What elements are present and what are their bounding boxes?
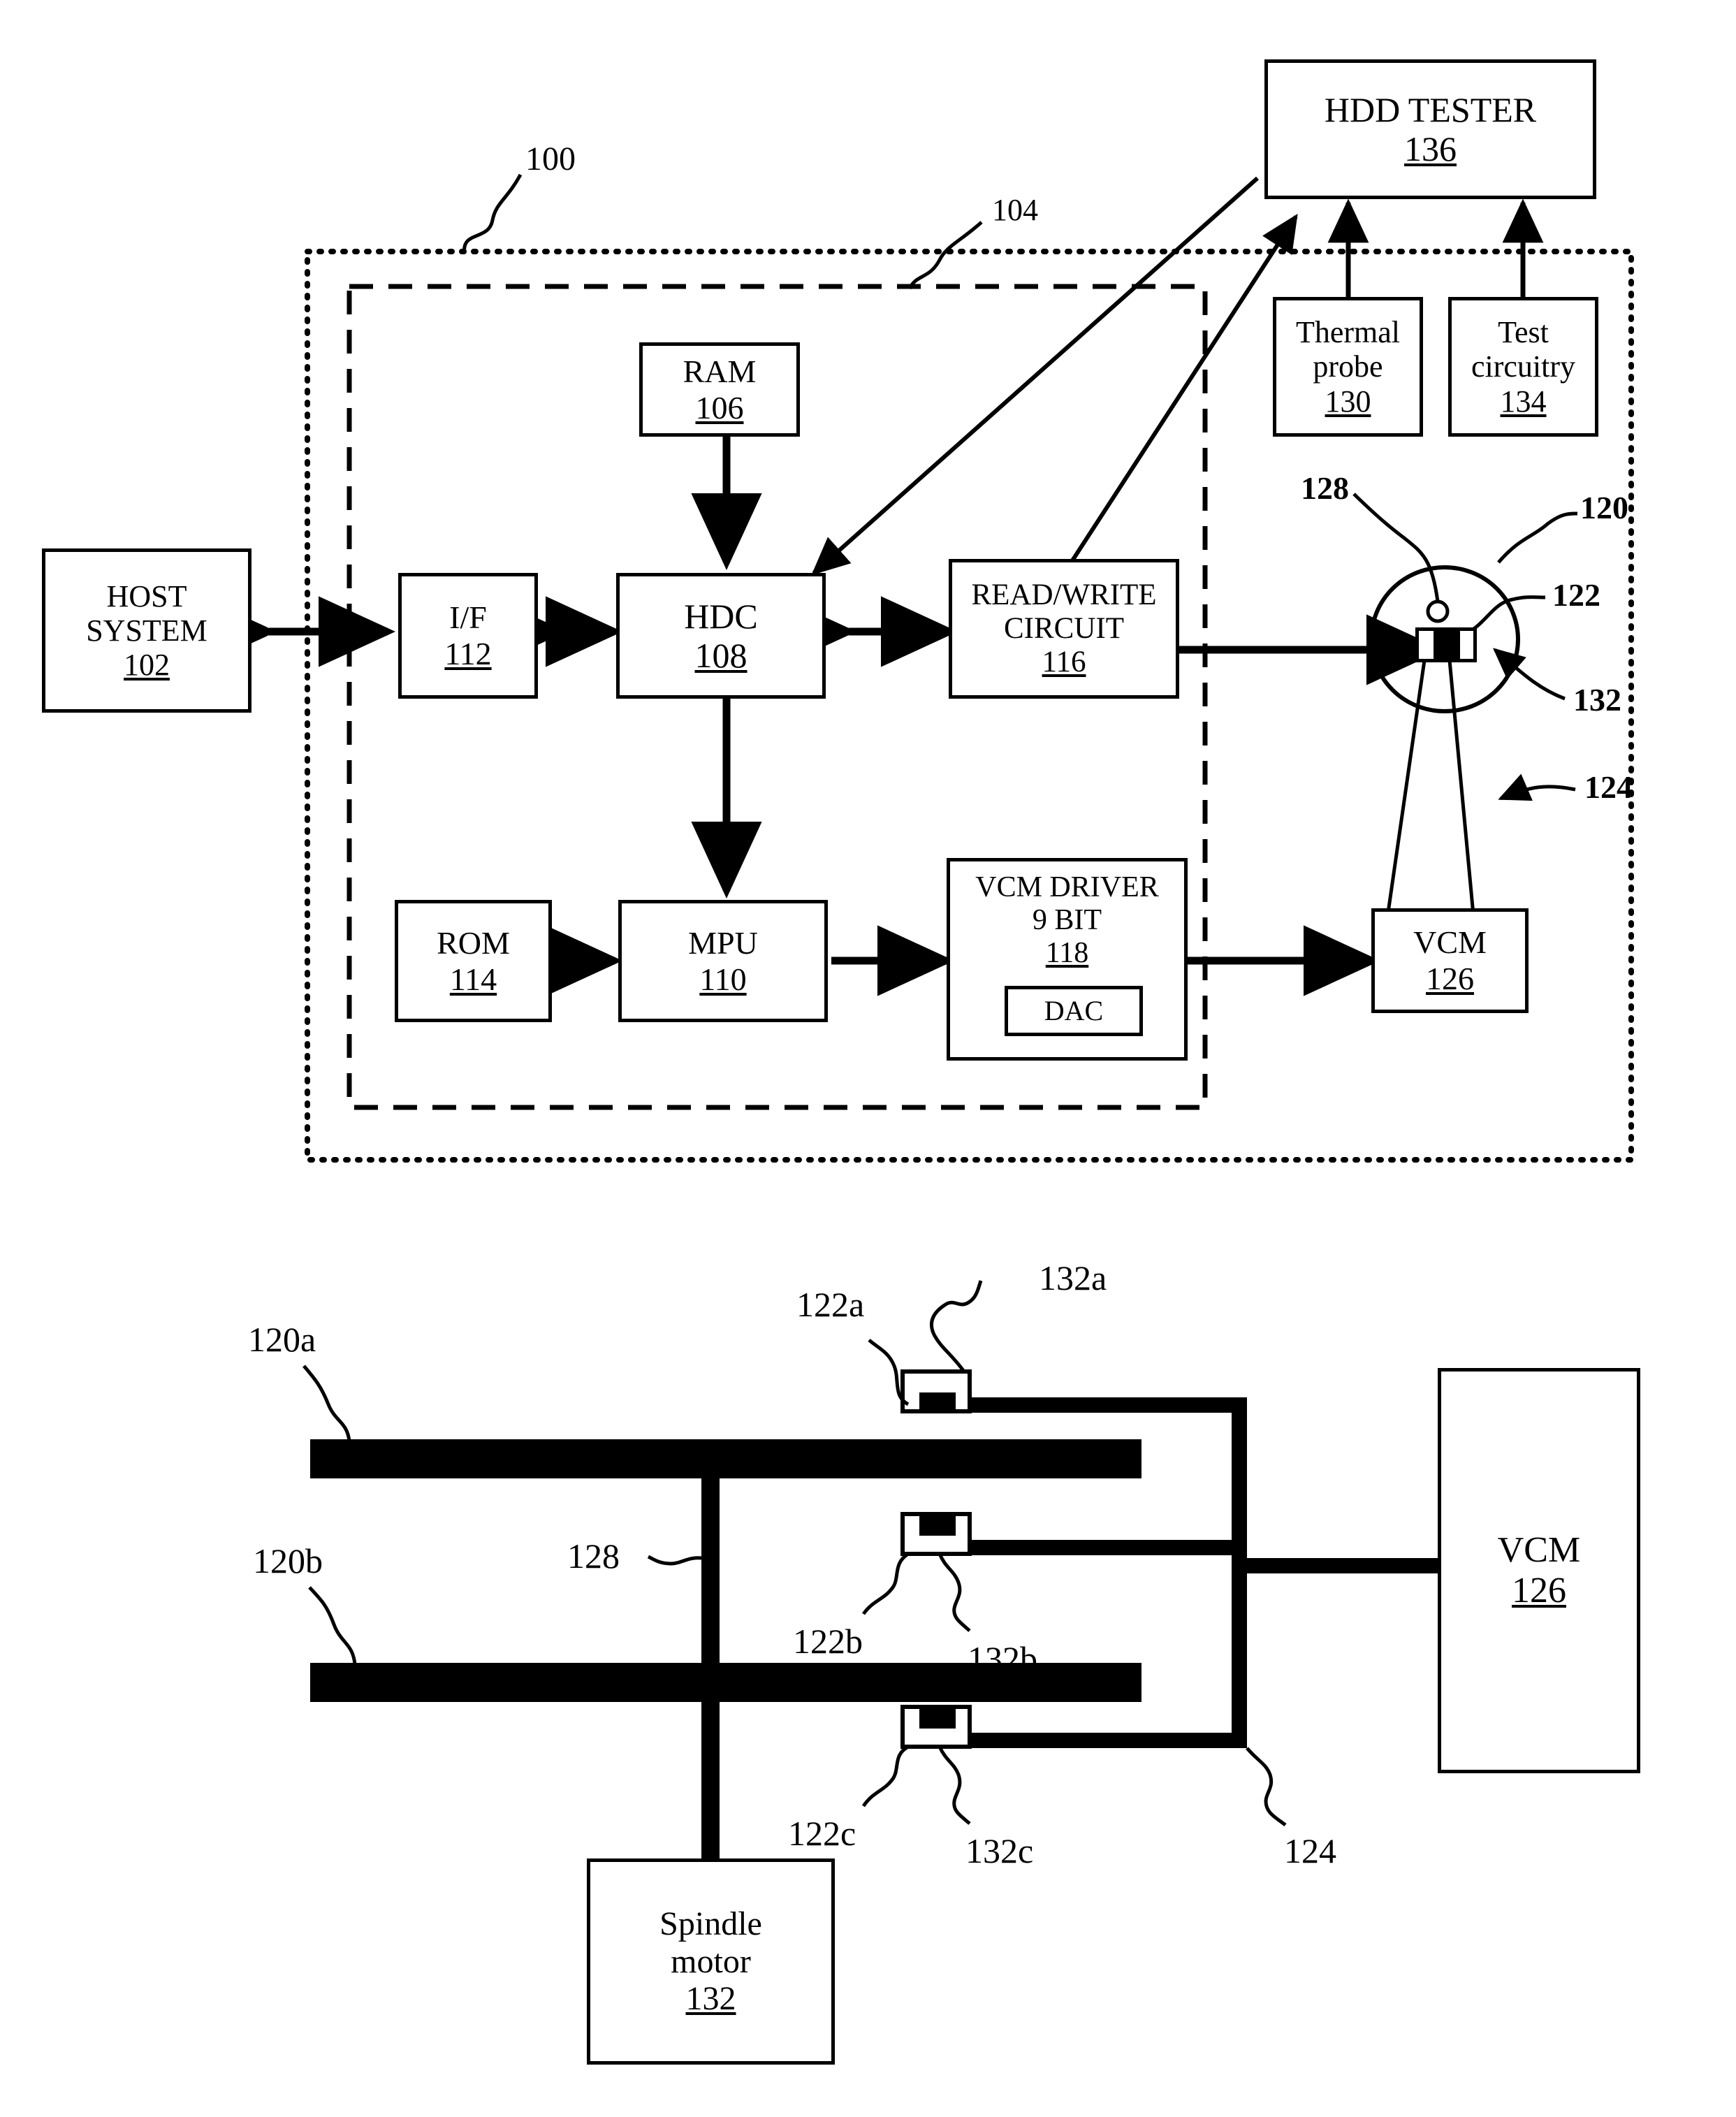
leader-132-top xyxy=(1492,648,1566,701)
arm-segment-b xyxy=(964,1540,1247,1555)
leader-132a xyxy=(929,1280,983,1373)
rom-number: 114 xyxy=(449,961,497,997)
leader-120b xyxy=(308,1586,357,1665)
arm-segment-c xyxy=(964,1733,1247,1748)
block-thermal-probe[interactable]: Thermal probe 130 xyxy=(1273,297,1423,437)
leader-104 xyxy=(907,221,983,290)
thermal-probe-line1: Thermal xyxy=(1295,315,1401,350)
vcm-bottom-number: 126 xyxy=(1512,1571,1566,1610)
ref-120-upper: 120 xyxy=(1580,490,1628,525)
head-element-upper xyxy=(1434,631,1460,659)
leader-120-top xyxy=(1497,511,1578,564)
disk-120a xyxy=(310,1439,1141,1478)
mpu-label: MPU xyxy=(688,924,758,961)
leader-122b xyxy=(861,1552,910,1615)
block-read-write-circuit[interactable]: READ/WRITE CIRCUIT 116 xyxy=(949,559,1179,699)
spindle-motor-line2: motor xyxy=(671,1942,751,1980)
ref-120a: 120a xyxy=(248,1320,316,1359)
block-spindle-motor[interactable]: Spindle motor 132 xyxy=(587,1858,835,2065)
vcm-bottom-label: VCM xyxy=(1497,1529,1581,1570)
ref-122a: 122a xyxy=(796,1285,865,1324)
ref-128-upper: 128 xyxy=(1301,470,1349,506)
spindle-shaft-128 xyxy=(701,1439,720,1852)
test-circuitry-number: 134 xyxy=(1500,384,1547,419)
block-interface[interactable]: I/F 112 xyxy=(398,573,538,699)
ref-124-lower: 124 xyxy=(1284,1831,1336,1870)
block-vcm-bottom[interactable]: VCM 126 xyxy=(1438,1368,1640,1773)
ref-132b: 132b xyxy=(968,1639,1037,1678)
ref-124-upper: 124 xyxy=(1584,769,1633,805)
vcm-driver-number: 118 xyxy=(1045,937,1089,970)
interface-label: I/F xyxy=(449,599,487,636)
leader-124-lower xyxy=(1246,1747,1287,1827)
ram-label: RAM xyxy=(683,353,757,389)
read-write-line1: READ/WRITE xyxy=(971,578,1157,611)
ref-122c: 122c xyxy=(788,1814,856,1853)
vcm-driver-line1: VCM DRIVER xyxy=(975,871,1159,903)
head-element-122a xyxy=(919,1392,956,1412)
block-vcm-top[interactable]: VCM 126 xyxy=(1371,908,1529,1013)
head-element-122c xyxy=(919,1709,956,1729)
spindle-motor-line1: Spindle xyxy=(659,1905,762,1942)
test-circuitry-line1: Test xyxy=(1498,315,1549,350)
leader-132b xyxy=(938,1552,971,1632)
vcm-top-number: 126 xyxy=(1426,961,1474,996)
actuator-arm-124-right xyxy=(1447,660,1476,923)
ref-128-lower: 128 xyxy=(567,1536,620,1576)
leader-120a xyxy=(302,1365,351,1442)
ref-100: 100 xyxy=(525,140,576,177)
leader-122c xyxy=(861,1745,910,1807)
vcm-driver-line2: 9 BIT xyxy=(1032,904,1102,937)
thermal-probe-number: 130 xyxy=(1325,384,1371,419)
rom-label: ROM xyxy=(437,924,510,961)
thermal-probe-line2: probe xyxy=(1313,349,1383,384)
head-element-122b xyxy=(919,1516,956,1536)
mpu-number: 110 xyxy=(699,961,747,997)
hdc-label: HDC xyxy=(684,597,758,636)
interface-number: 112 xyxy=(444,636,492,671)
vcm-top-label: VCM xyxy=(1413,924,1487,961)
ref-122-upper: 122 xyxy=(1552,577,1600,613)
block-host-system[interactable]: HOST SYSTEM 102 xyxy=(42,548,251,713)
block-rom[interactable]: ROM 114 xyxy=(395,900,552,1022)
hdd-tester-label: HDD TESTER xyxy=(1324,90,1537,129)
ref-122b: 122b xyxy=(793,1622,863,1661)
leader-128-lower xyxy=(647,1555,702,1566)
ref-132-upper: 132 xyxy=(1573,682,1621,718)
arm-segment-a xyxy=(964,1397,1247,1413)
read-write-number: 116 xyxy=(1042,646,1086,679)
host-system-number: 102 xyxy=(124,648,170,683)
leader-124-top xyxy=(1498,773,1576,801)
host-system-line2: SYSTEM xyxy=(86,613,207,648)
spindle-motor-number: 132 xyxy=(685,1980,736,2018)
leader-132c xyxy=(938,1745,971,1825)
block-hdd-tester[interactable]: HDD TESTER 136 xyxy=(1264,59,1596,199)
spindle-hub-128 xyxy=(1426,599,1450,623)
ref-132a: 132a xyxy=(1039,1258,1107,1297)
ref-104: 104 xyxy=(992,193,1038,227)
arm-vertical-124 xyxy=(1232,1397,1247,1748)
test-circuitry-line2: circuitry xyxy=(1471,349,1576,384)
block-vcm-driver[interactable]: VCM DRIVER 9 BIT 118 DAC xyxy=(947,858,1188,1061)
ref-120b: 120b xyxy=(253,1541,323,1580)
block-hdc[interactable]: HDC 108 xyxy=(616,573,826,699)
block-ram[interactable]: RAM 106 xyxy=(639,342,800,437)
ram-number: 106 xyxy=(695,389,744,425)
block-mpu[interactable]: MPU 110 xyxy=(618,900,828,1022)
ref-132c: 132c xyxy=(965,1831,1034,1870)
block-dac[interactable]: DAC xyxy=(1005,986,1143,1036)
hdd-tester-number: 136 xyxy=(1404,129,1457,168)
arrow-readwrite-to-tester xyxy=(1067,213,1298,567)
hdc-number: 108 xyxy=(694,636,747,675)
host-system-line1: HOST xyxy=(106,579,187,613)
block-test-circuitry[interactable]: Test circuitry 134 xyxy=(1448,297,1598,437)
leader-100 xyxy=(462,173,523,254)
read-write-line2: CIRCUIT xyxy=(1004,611,1124,645)
dac-label: DAC xyxy=(1044,994,1104,1026)
patent-figure-page: HDD TESTER 136 Thermal probe 130 Test ci… xyxy=(0,0,1736,2117)
